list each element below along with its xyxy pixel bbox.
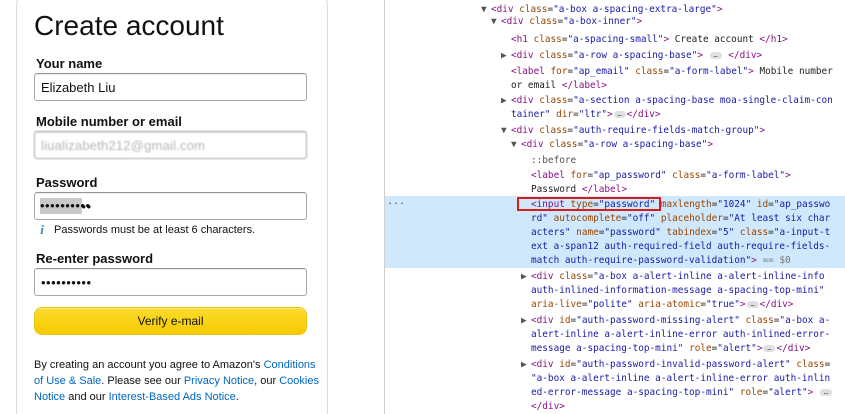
dom-node[interactable]: <label for="ap_email" class="a-form-labe… xyxy=(511,66,833,78)
dom-node[interactable]: ▶ <div class="a-row a-spacing-base"> … </… xyxy=(501,50,762,62)
dom-node[interactable]: ▼ <div class="auth-require-fields-match-g… xyxy=(501,125,765,137)
expand-arrow-icon[interactable]: ▼ xyxy=(491,16,501,28)
dom-node-continued: acters" name="password" tabindex="5" cla… xyxy=(531,227,831,238)
legal-suffix: . xyxy=(235,391,239,403)
dom-node-continued: aria-live="polite" aria-atomic="true">… <… xyxy=(531,299,794,310)
dom-node[interactable]: ▶ <div id="auth-password-missing-alert" c… xyxy=(521,315,830,327)
dom-node-continued: rd" autocomplete="off" placeholder="At l… xyxy=(531,213,831,224)
dom-node-continued: ext a-span12 auth-required-field auth-re… xyxy=(531,241,831,252)
dom-node[interactable]: ▶ <div class="a-box a-alert-inline a-aler… xyxy=(521,271,825,283)
password-hint: i Passwords must be at least 6 character… xyxy=(36,222,255,238)
dom-node-continued: tainer" dir="ltr">… </div> xyxy=(511,109,661,120)
dom-node[interactable]: ▼ <div class="a-box a-spacing-extra-large… xyxy=(481,4,722,16)
expand-arrow-icon[interactable]: ▶ xyxy=(521,315,531,327)
dom-node-continued: match auth-require-password-validation">… xyxy=(531,255,791,266)
ellipsis-icon[interactable]: … xyxy=(613,111,626,118)
dom-node[interactable]: <label for="ap_password" class="a-form-l… xyxy=(531,170,791,182)
verify-email-button[interactable]: Verify e-mail xyxy=(34,307,307,335)
legal-notice: By creating an account you agree to Amaz… xyxy=(34,357,319,405)
selected-input-node[interactable]: <input type="password" maxlength="1024" … xyxy=(531,199,830,211)
password-hint-text: Passwords must be at least 6 characters. xyxy=(54,224,256,236)
expand-arrow-icon[interactable]: ▼ xyxy=(501,125,511,137)
ellipsis-icon[interactable]: … xyxy=(709,52,722,59)
legal-mid-3: and our xyxy=(65,391,109,403)
expand-arrow-icon[interactable]: ▼ xyxy=(511,139,521,151)
name-input[interactable] xyxy=(34,73,307,101)
ellipsis-icon[interactable]: … xyxy=(819,389,832,396)
dom-node-continued: </div> xyxy=(531,401,565,412)
dom-node-continued: message a-spacing-top-mini" role="alert"… xyxy=(531,343,811,354)
ellipsis-icon[interactable]: … xyxy=(746,301,759,308)
info-icon: i xyxy=(40,222,44,237)
expand-arrow-icon[interactable]: ▶ xyxy=(521,271,531,283)
gutter-ellipsis-icon[interactable]: ... xyxy=(387,196,405,208)
ellipsis-icon[interactable]: … xyxy=(763,345,776,352)
legal-mid-2: , our xyxy=(254,375,280,387)
dom-node[interactable]: ▼ <div class="a-row a-spacing-base"> xyxy=(511,139,713,151)
dom-node-continued: "a-box a-alert-inline a-alert-inline-err… xyxy=(531,373,831,384)
signup-page: Create account Your name Mobile number o… xyxy=(0,0,384,414)
expand-arrow-icon[interactable]: ▶ xyxy=(521,359,531,371)
password-label: Password xyxy=(36,175,98,190)
dom-node[interactable]: <h1 class="a-spacing-small"> Create acco… xyxy=(511,34,788,46)
reenter-password-input[interactable] xyxy=(34,268,307,296)
privacy-notice-link[interactable]: Privacy Notice xyxy=(184,375,254,387)
devtools-elements-panel: ... ▼ <div class="a-box a-spacing-extra-l… xyxy=(385,0,845,414)
expand-arrow-icon[interactable]: ▼ xyxy=(481,4,491,16)
name-label: Your name xyxy=(36,56,103,71)
interest-ads-link[interactable]: Interest-Based Ads Notice xyxy=(109,391,236,403)
legal-prefix: By creating an account you agree to Amaz… xyxy=(34,359,264,371)
dom-node[interactable]: ▶ <div class="a-section a-spacing-base mo… xyxy=(501,95,833,107)
contact-label: Mobile number or email xyxy=(36,114,182,129)
reenter-password-label: Re-enter password xyxy=(36,251,154,266)
dom-node[interactable]: ▼ <div class="a-box-inner"> xyxy=(491,16,642,28)
contact-input[interactable] xyxy=(34,131,307,159)
legal-mid-1: . Please see our xyxy=(101,375,184,387)
dom-node[interactable]: ▶ <div id="auth-password-invalid-password… xyxy=(521,359,830,371)
expand-arrow-icon[interactable]: ▶ xyxy=(501,95,511,107)
dom-node-continued: ed-error-message a-spacing-top-mini" rol… xyxy=(531,387,833,399)
dom-node-continued: or email </label> xyxy=(511,80,607,91)
dom-node-continued: Password </label> xyxy=(531,184,627,195)
pseudo-element-before[interactable]: ::before xyxy=(531,155,576,167)
password-selected-text: •••••••••• xyxy=(40,198,91,213)
page-title: Create account xyxy=(34,10,224,41)
expand-arrow-icon[interactable]: ▶ xyxy=(501,50,511,62)
dom-node-continued: alert-inline a-alert-inline-error auth-i… xyxy=(531,329,831,340)
dom-node-continued: auth-inlined-information-message a-spaci… xyxy=(531,285,825,296)
